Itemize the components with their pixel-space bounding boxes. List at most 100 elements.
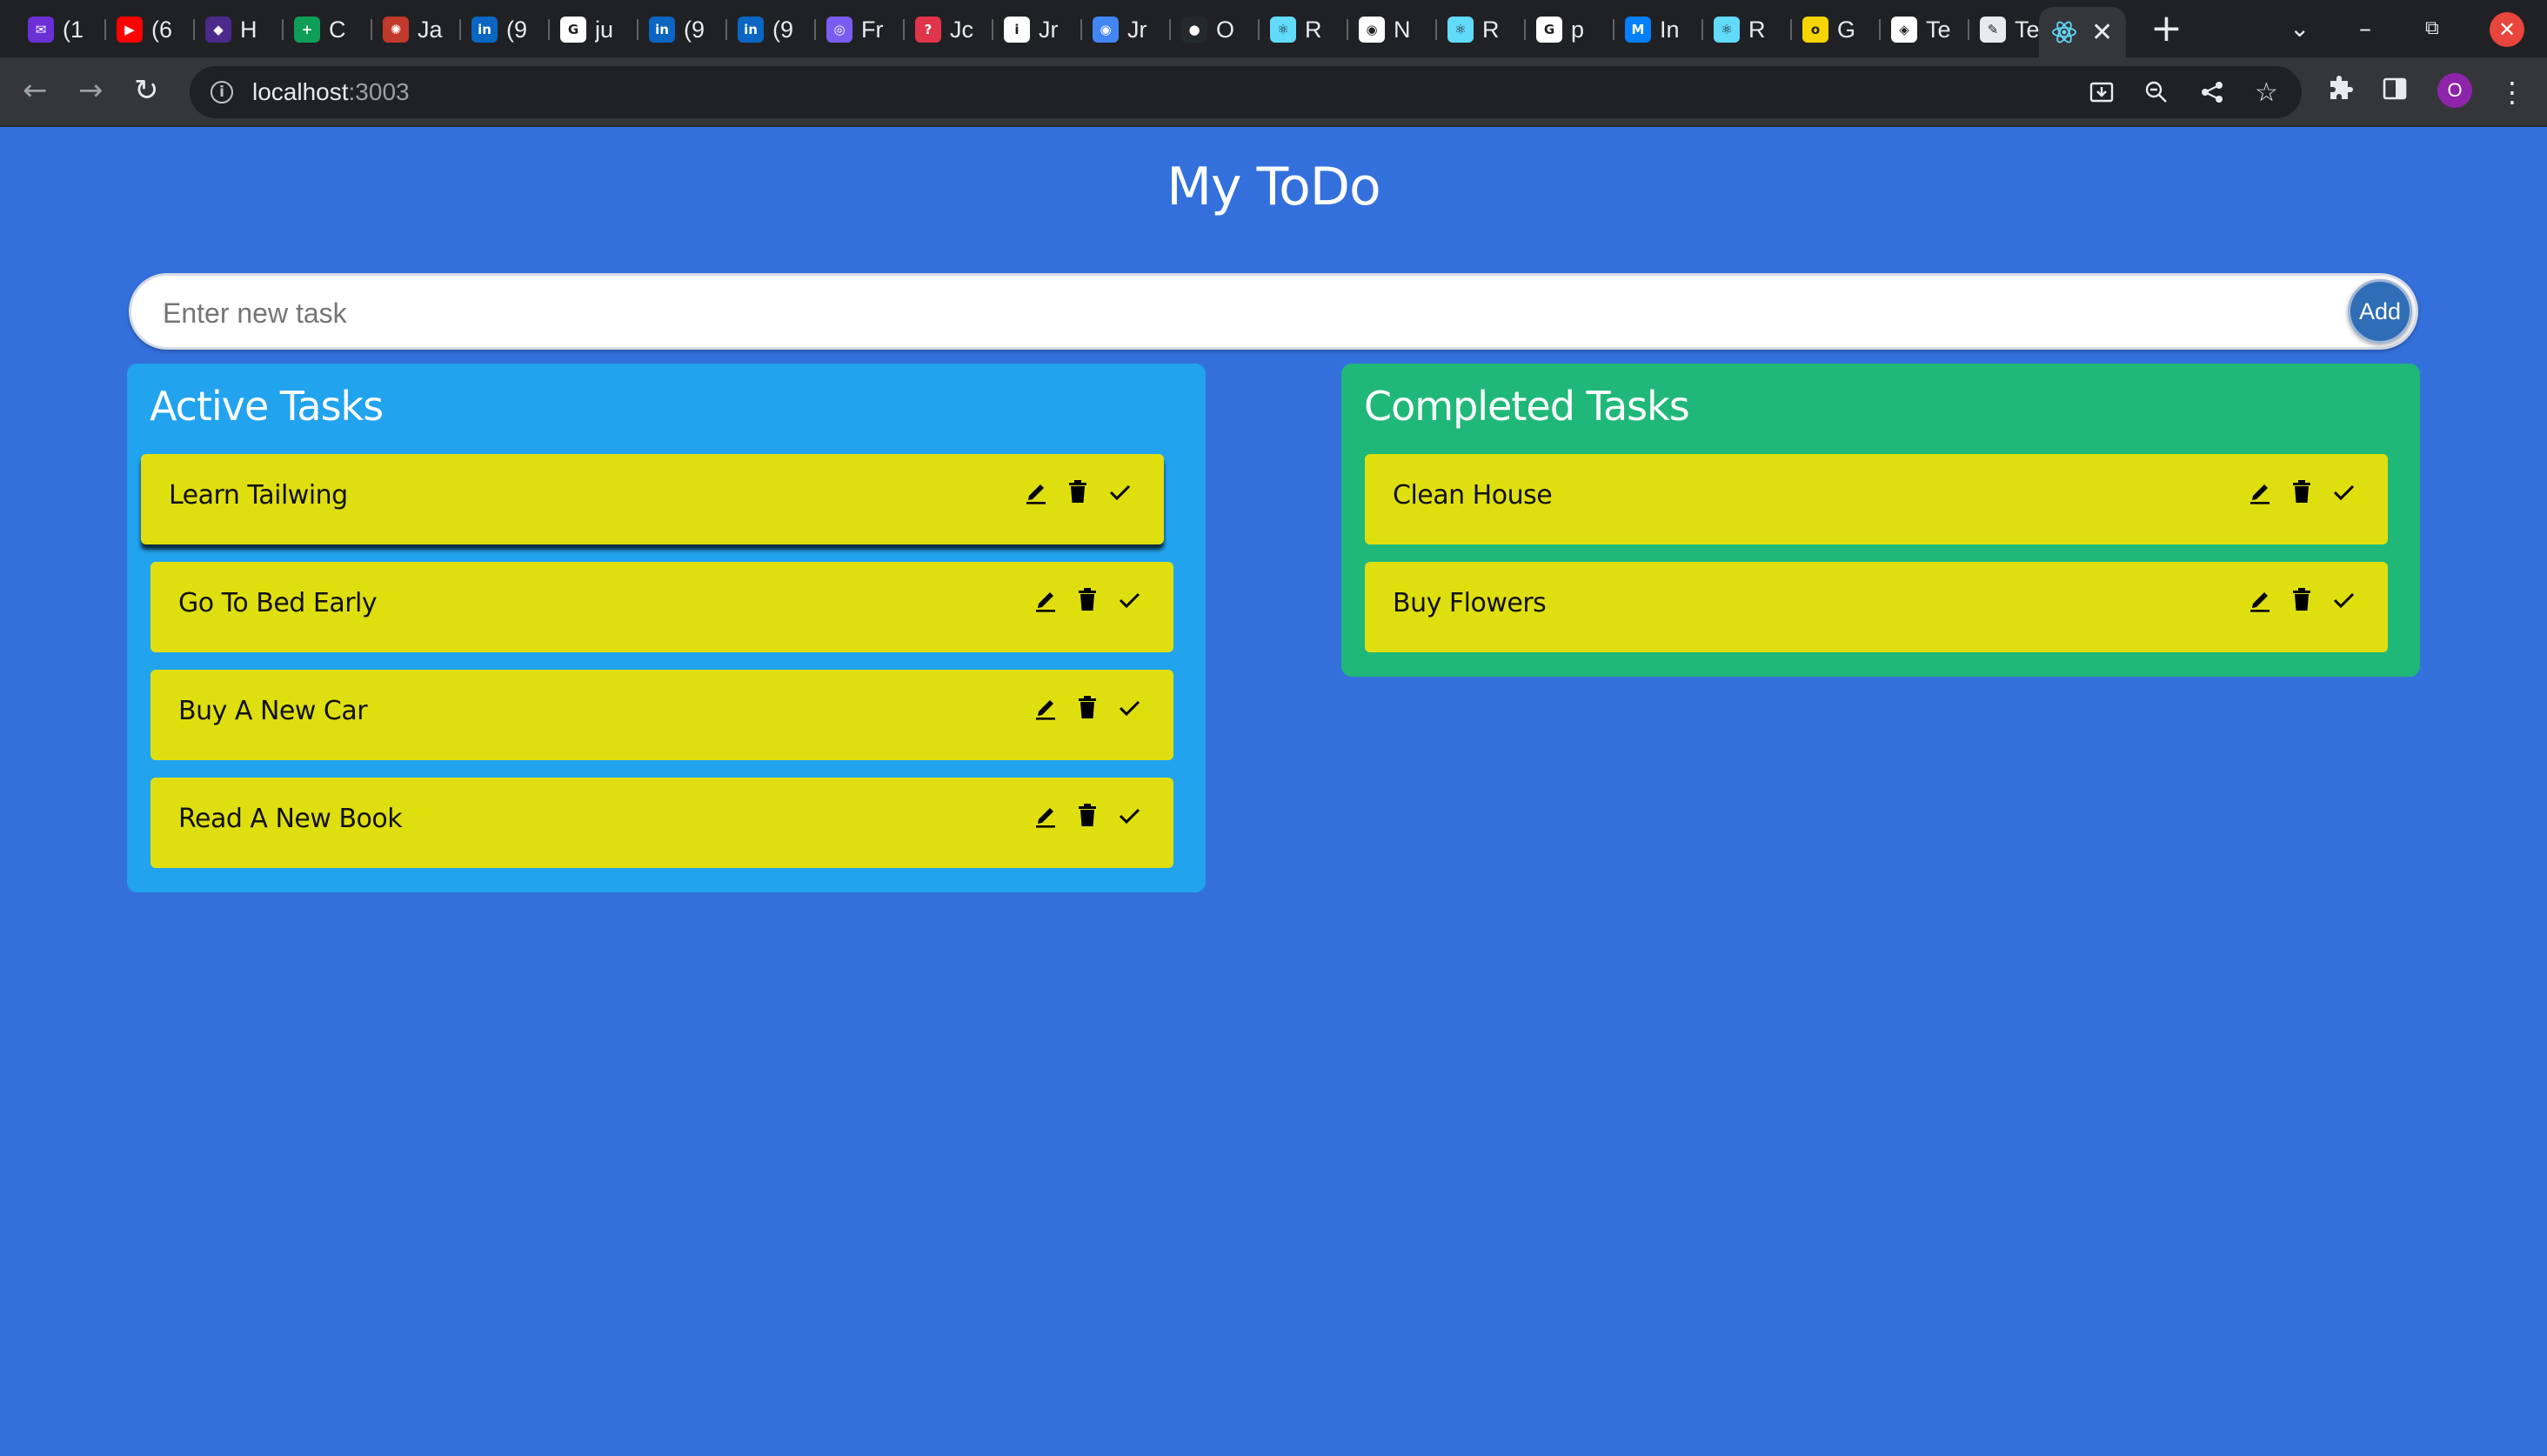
tab-separator xyxy=(282,19,284,40)
reload-icon[interactable]: ↻ xyxy=(134,73,159,108)
profile-avatar[interactable]: O xyxy=(2437,73,2472,108)
browser-tab[interactable]: ✺ Ja xyxy=(383,9,461,50)
tab-title: R xyxy=(1305,16,1322,43)
tab-title: C xyxy=(329,16,346,43)
check-icon[interactable] xyxy=(1118,586,1140,612)
side-panel-icon[interactable] xyxy=(2382,75,2408,110)
tab-title: p xyxy=(1571,16,1585,43)
react-icon: ⚛ xyxy=(1714,17,1740,43)
browser-tab[interactable]: ◉ Jr xyxy=(1093,9,1171,50)
task-label: Buy Flowers xyxy=(1393,588,1547,618)
delete-icon[interactable] xyxy=(2290,586,2313,612)
close-tab-icon[interactable]: ✕ xyxy=(2091,17,2113,48)
task-card[interactable]: Clean House xyxy=(1365,454,2388,544)
tab-separator xyxy=(1435,19,1437,40)
tab-separator xyxy=(1790,19,1792,40)
task-label: Go To Bed Early xyxy=(178,588,378,618)
edit-icon[interactable] xyxy=(2249,586,2271,612)
delete-icon[interactable] xyxy=(1066,478,1089,504)
browser-tab[interactable]: in (9 xyxy=(738,9,816,50)
delete-icon[interactable] xyxy=(2290,478,2313,504)
new-tab-button[interactable]: + xyxy=(2150,10,2183,48)
tab-search-icon[interactable]: ⌄ xyxy=(2290,10,2310,47)
browser-tab[interactable]: ● O xyxy=(1181,9,1260,50)
linkedin-icon: in xyxy=(649,17,675,43)
linkedin-icon: in xyxy=(738,17,764,43)
check-icon[interactable] xyxy=(1118,694,1140,720)
browser-tab[interactable]: M In xyxy=(1625,9,1703,50)
task-actions xyxy=(1034,802,1140,828)
browser-tab[interactable]: ⚛ R xyxy=(1270,9,1348,50)
edit-icon[interactable] xyxy=(1034,802,1057,828)
browser-tab[interactable]: ⚛ R xyxy=(1714,9,1792,50)
check-icon[interactable] xyxy=(2332,586,2355,612)
address-bar[interactable]: i localhost:3003 ☆ xyxy=(190,66,2302,118)
tab-separator xyxy=(1347,19,1348,40)
url-text[interactable]: localhost:3003 xyxy=(252,78,410,106)
browser-tab[interactable]: ? Jc xyxy=(915,9,993,50)
check-icon[interactable] xyxy=(2332,478,2355,504)
task-card[interactable]: Read A New Book xyxy=(150,778,1173,868)
browser-tab[interactable]: ◎ Fr xyxy=(826,9,905,50)
zoom-icon[interactable] xyxy=(2143,66,2169,118)
extensions-icon[interactable] xyxy=(2326,75,2354,110)
share-icon[interactable] xyxy=(2199,66,2225,118)
menu-kebab-icon[interactable]: ⋮ xyxy=(2498,75,2526,110)
browser-tab[interactable]: ▶ (6 xyxy=(117,9,195,50)
browser-tab[interactable]: Gp xyxy=(1536,9,1614,50)
browser-tab[interactable]: oG xyxy=(1802,9,1881,50)
browser-tab[interactable]: in (9 xyxy=(649,9,727,50)
browser-tab[interactable]: ◆ H xyxy=(205,9,284,50)
tab-separator xyxy=(1258,19,1260,40)
browser-tab[interactable]: ✉ (1 xyxy=(28,9,106,50)
check-icon[interactable] xyxy=(1118,802,1140,828)
task-card[interactable]: Learn Tailwing xyxy=(141,454,1164,544)
tab-separator xyxy=(104,19,106,40)
delete-icon[interactable] xyxy=(1076,694,1099,720)
task-card[interactable]: Go To Bed Early xyxy=(150,562,1173,652)
delete-icon[interactable] xyxy=(1076,802,1099,828)
react-icon: ⚛ xyxy=(1270,17,1296,43)
url-port: :3003 xyxy=(348,78,410,105)
bookmark-star-icon[interactable]: ☆ xyxy=(2255,66,2278,118)
edit-icon[interactable] xyxy=(1034,694,1057,720)
info-icon: i xyxy=(1004,17,1030,43)
edit-icon[interactable] xyxy=(2249,478,2271,504)
close-window-button[interactable]: ✕ xyxy=(2490,12,2524,47)
tab-title: H xyxy=(240,16,257,43)
browser-tab[interactable]: ⚛ R xyxy=(1447,9,1526,50)
install-icon[interactable] xyxy=(2088,66,2116,118)
tab-separator xyxy=(1701,19,1703,40)
browser-tab[interactable]: + C xyxy=(294,9,372,50)
minimize-icon[interactable]: – xyxy=(2359,10,2371,47)
browser-tab[interactable]: ◉ N xyxy=(1359,9,1437,50)
task-actions xyxy=(2249,586,2355,612)
tab-title: (9 xyxy=(506,16,528,43)
back-icon[interactable]: ← xyxy=(23,73,48,108)
tab-title: (1 xyxy=(63,16,84,43)
ai-icon: ✺ xyxy=(383,17,409,43)
check-icon[interactable] xyxy=(1108,478,1131,504)
tab-title: (9 xyxy=(684,16,705,43)
restore-icon[interactable]: ⧉ xyxy=(2425,10,2439,47)
browser-tab[interactable]: ◈ Te xyxy=(1891,9,1969,50)
browser-tab[interactable]: i Jr xyxy=(1004,9,1082,50)
tab-separator xyxy=(637,19,638,40)
tab-title: R xyxy=(1482,16,1500,43)
new-task-input[interactable] xyxy=(163,291,2268,335)
browser-tab[interactable]: Gju xyxy=(560,9,638,50)
add-task-button[interactable]: Add xyxy=(2348,279,2412,344)
site-info-icon[interactable]: i xyxy=(211,81,233,104)
edit-icon[interactable] xyxy=(1034,586,1057,612)
delete-icon[interactable] xyxy=(1076,586,1099,612)
task-card[interactable]: Buy Flowers xyxy=(1365,562,2388,652)
browser-toolbar: ← → ↻ i localhost:3003 ☆ ⋮ xyxy=(0,57,2547,127)
tab-separator xyxy=(548,19,550,40)
browser-tab[interactable]: in (9 xyxy=(471,9,550,50)
tab-title: ju xyxy=(595,16,614,43)
google-icon: G xyxy=(560,17,586,43)
edit-icon[interactable] xyxy=(1025,478,1047,504)
forward-icon[interactable]: → xyxy=(78,73,104,108)
tab-active[interactable]: ✕ xyxy=(2039,7,2126,57)
task-card[interactable]: Buy A New Car xyxy=(150,670,1173,760)
